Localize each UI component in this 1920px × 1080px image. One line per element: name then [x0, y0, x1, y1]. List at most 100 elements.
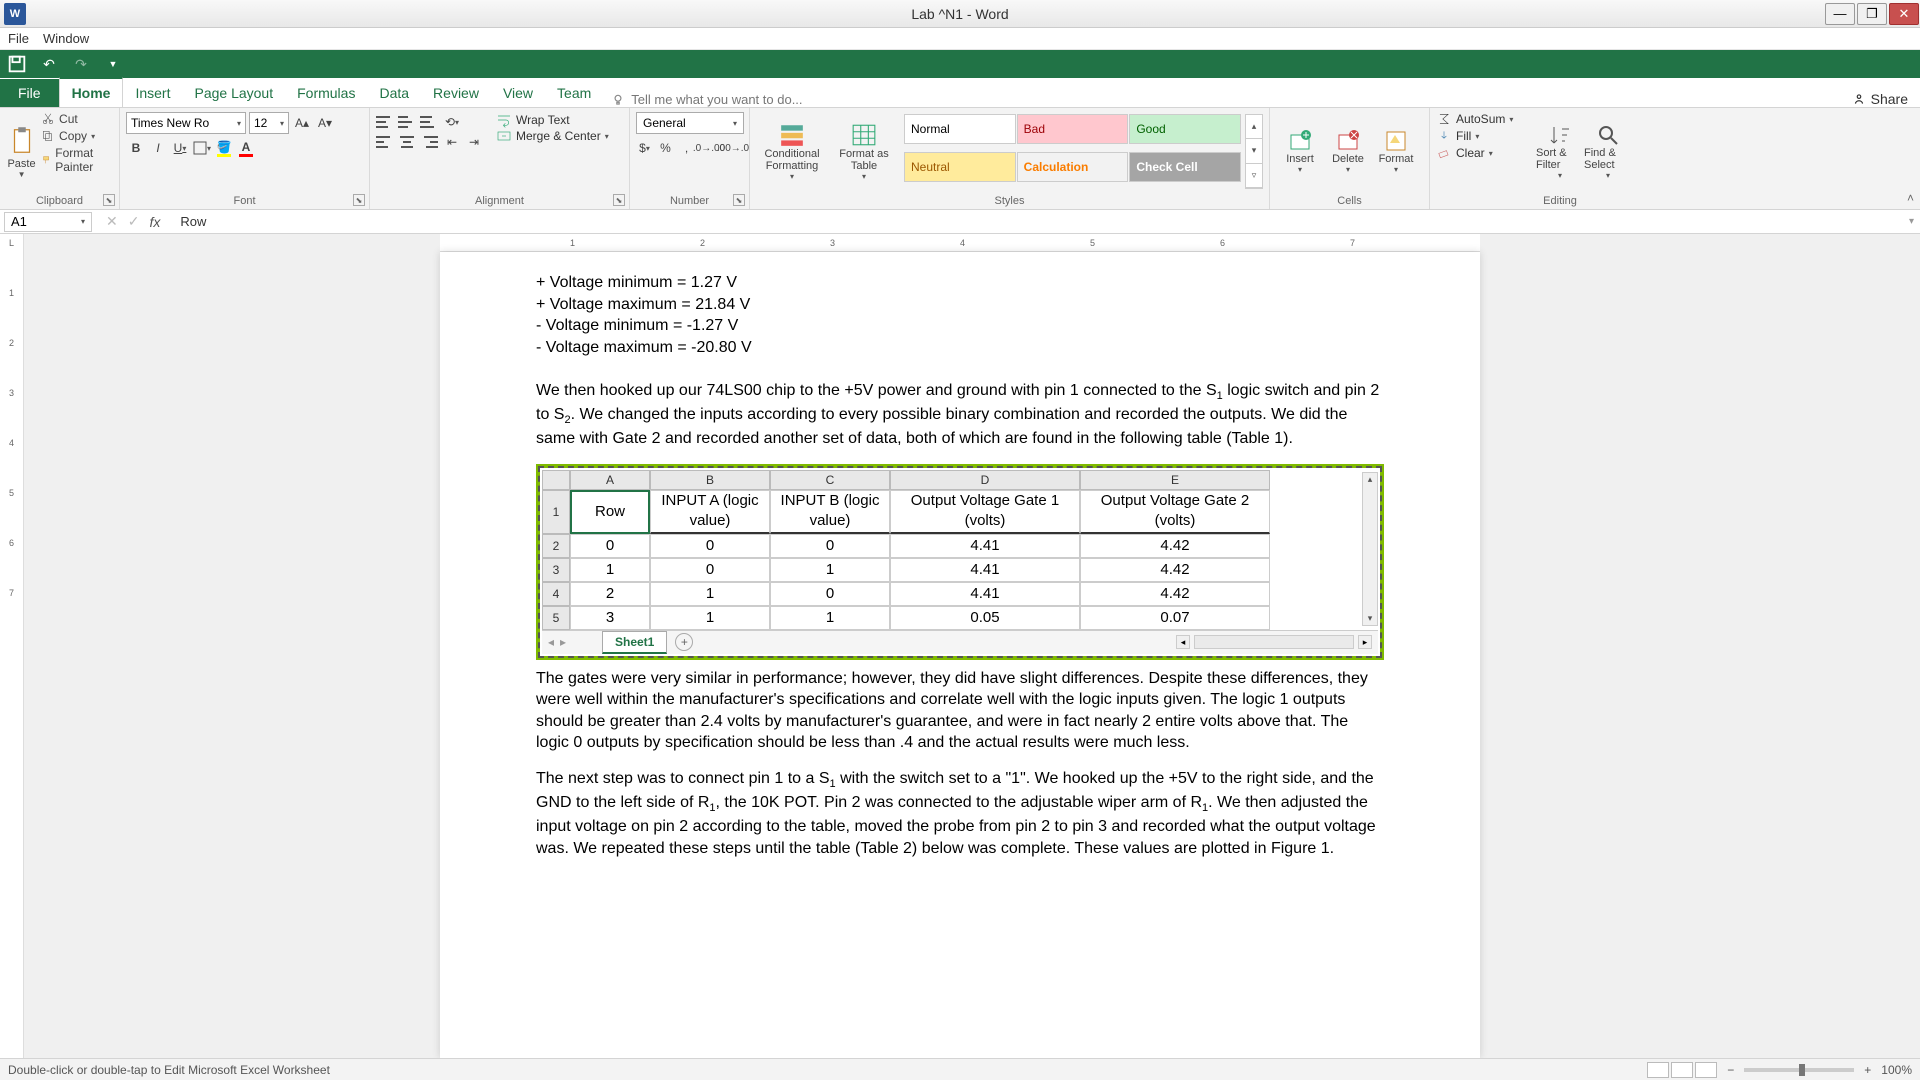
- cell-D4[interactable]: 4.41: [890, 582, 1080, 606]
- clipboard-launcher[interactable]: ⬊: [103, 194, 115, 206]
- cell-A1[interactable]: Row: [570, 490, 650, 534]
- cancel-entry-icon[interactable]: ✕: [106, 213, 118, 230]
- embedded-excel-object[interactable]: A B C D E 1 Row INPUT A (logic value) IN…: [536, 464, 1384, 660]
- share-button[interactable]: Share: [1852, 91, 1908, 107]
- align-center-icon[interactable]: [398, 132, 418, 152]
- font-color-button[interactable]: A: [236, 138, 256, 158]
- decrease-font-icon[interactable]: A▾: [315, 113, 335, 133]
- qat-customize-icon[interactable]: ▼: [102, 53, 124, 75]
- expand-formula-bar-icon[interactable]: ▾: [1909, 216, 1914, 227]
- zoom-slider[interactable]: [1744, 1068, 1854, 1072]
- document-page[interactable]: + Voltage minimum = 1.27 V + Voltage max…: [440, 252, 1480, 1058]
- autosum-button[interactable]: AutoSum▾: [1436, 112, 1536, 126]
- zoom-in-icon[interactable]: +: [1864, 1063, 1871, 1077]
- cell-A2[interactable]: 0: [570, 534, 650, 558]
- delete-cells-button[interactable]: Delete▾: [1324, 112, 1372, 191]
- tab-home[interactable]: Home: [59, 77, 124, 107]
- cell-A4[interactable]: 2: [570, 582, 650, 606]
- merge-center-button[interactable]: Merge & Center▾: [496, 128, 626, 144]
- tab-page-layout[interactable]: Page Layout: [182, 79, 285, 107]
- cell-B4[interactable]: 1: [650, 582, 770, 606]
- read-mode-icon[interactable]: [1647, 1062, 1669, 1078]
- cell-C4[interactable]: 0: [770, 582, 890, 606]
- collapse-ribbon-icon[interactable]: ˄: [1907, 191, 1914, 205]
- sheet-tab-sheet1[interactable]: Sheet1: [602, 631, 667, 654]
- cell-E1[interactable]: Output Voltage Gate 2 (volts): [1080, 490, 1270, 534]
- orientation-icon[interactable]: ⟲▾: [442, 112, 462, 132]
- find-select-button[interactable]: Find & Select▾: [1584, 112, 1632, 191]
- conditional-formatting-button[interactable]: Conditional Formatting▾: [756, 112, 828, 191]
- clear-button[interactable]: Clear▾: [1436, 146, 1536, 160]
- style-check-cell[interactable]: Check Cell: [1129, 152, 1241, 182]
- row-header-5[interactable]: 5: [542, 606, 570, 630]
- menu-file[interactable]: File: [8, 31, 29, 46]
- close-button[interactable]: ✕: [1889, 3, 1919, 25]
- tab-formulas[interactable]: Formulas: [285, 79, 367, 107]
- fill-button[interactable]: Fill▾: [1436, 129, 1536, 143]
- minimize-button[interactable]: —: [1825, 3, 1855, 25]
- add-sheet-button[interactable]: +: [675, 633, 693, 651]
- font-launcher[interactable]: ⬊: [353, 194, 365, 206]
- menu-window[interactable]: Window: [43, 31, 89, 46]
- cell-E2[interactable]: 4.42: [1080, 534, 1270, 558]
- cell-D3[interactable]: 4.41: [890, 558, 1080, 582]
- cell-D5[interactable]: 0.05: [890, 606, 1080, 630]
- cell-C1[interactable]: INPUT B (logic value): [770, 490, 890, 534]
- insert-cells-button[interactable]: Insert▾: [1276, 112, 1324, 191]
- name-box[interactable]: A1▾: [4, 212, 92, 232]
- restore-button[interactable]: ❐: [1857, 3, 1887, 25]
- cell-B1[interactable]: INPUT A (logic value): [650, 490, 770, 534]
- undo-icon[interactable]: ↶: [38, 53, 60, 75]
- cell-E4[interactable]: 4.42: [1080, 582, 1270, 606]
- italic-button[interactable]: I: [148, 138, 168, 158]
- increase-indent-icon[interactable]: ⇥: [464, 132, 484, 152]
- cell-E5[interactable]: 0.07: [1080, 606, 1270, 630]
- cell-B3[interactable]: 0: [650, 558, 770, 582]
- object-vertical-scrollbar[interactable]: ▴▾: [1362, 472, 1378, 626]
- tell-me-search[interactable]: Tell me what you want to do...: [611, 92, 802, 107]
- cell-A5[interactable]: 3: [570, 606, 650, 630]
- align-middle-icon[interactable]: [398, 112, 418, 132]
- percent-format-icon[interactable]: %: [657, 138, 674, 158]
- tab-insert[interactable]: Insert: [123, 79, 182, 107]
- sort-filter-button[interactable]: Sort & Filter▾: [1536, 112, 1584, 191]
- zoom-out-icon[interactable]: −: [1727, 1063, 1734, 1077]
- tab-review[interactable]: Review: [421, 79, 491, 107]
- col-header-C[interactable]: C: [770, 470, 890, 490]
- cut-button[interactable]: Cut: [41, 112, 113, 126]
- number-format-combo[interactable]: General▾: [636, 112, 744, 134]
- cell-C5[interactable]: 1: [770, 606, 890, 630]
- row-header-4[interactable]: 4: [542, 582, 570, 606]
- col-header-D[interactable]: D: [890, 470, 1080, 490]
- row-header-2[interactable]: 2: [542, 534, 570, 558]
- format-painter-button[interactable]: Format Painter: [41, 146, 113, 174]
- print-layout-icon[interactable]: [1671, 1062, 1693, 1078]
- increase-font-icon[interactable]: A▴: [292, 113, 312, 133]
- style-calculation[interactable]: Calculation: [1017, 152, 1129, 182]
- tab-file[interactable]: File: [0, 79, 59, 107]
- style-neutral[interactable]: Neutral: [904, 152, 1016, 182]
- cell-C2[interactable]: 0: [770, 534, 890, 558]
- decrease-indent-icon[interactable]: ⇤: [442, 132, 462, 152]
- paste-button[interactable]: Paste ▼: [6, 112, 37, 191]
- borders-button[interactable]: ▾: [192, 138, 212, 158]
- col-header-A[interactable]: A: [570, 470, 650, 490]
- redo-icon[interactable]: ↷: [70, 53, 92, 75]
- style-good[interactable]: Good: [1129, 114, 1241, 144]
- cell-D1[interactable]: Output Voltage Gate 1 (volts): [890, 490, 1080, 534]
- cell-C3[interactable]: 1: [770, 558, 890, 582]
- tab-data[interactable]: Data: [367, 79, 421, 107]
- cell-B5[interactable]: 1: [650, 606, 770, 630]
- format-as-table-button[interactable]: Format as Table▾: [828, 112, 900, 191]
- fill-color-button[interactable]: 🪣: [214, 138, 234, 158]
- save-icon[interactable]: [6, 53, 28, 75]
- view-mode-buttons[interactable]: [1647, 1062, 1717, 1078]
- format-cells-button[interactable]: Format▾: [1372, 112, 1420, 191]
- wrap-text-button[interactable]: Wrap Text: [496, 112, 626, 128]
- align-left-icon[interactable]: [376, 132, 396, 152]
- col-header-E[interactable]: E: [1080, 470, 1270, 490]
- formula-value[interactable]: Row: [170, 214, 206, 229]
- object-horizontal-scrollbar[interactable]: ◂▸: [1176, 635, 1372, 649]
- zoom-level[interactable]: 100%: [1881, 1063, 1912, 1077]
- font-name-combo[interactable]: Times New Ro▾: [126, 112, 246, 134]
